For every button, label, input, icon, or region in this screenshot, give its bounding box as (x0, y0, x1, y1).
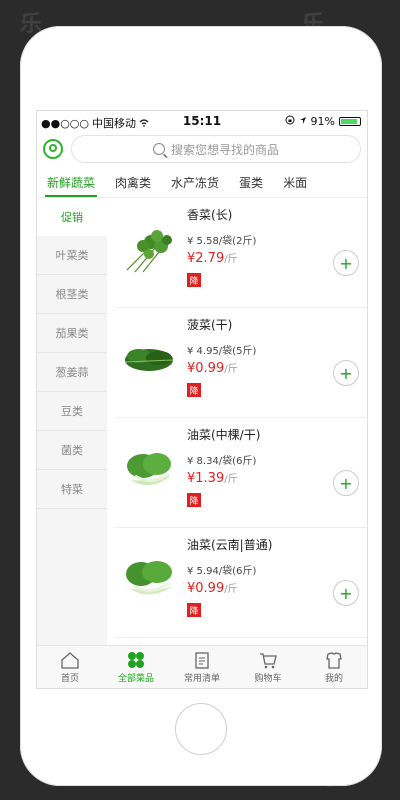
tab-eggs[interactable]: 蛋类 (229, 167, 273, 197)
product-unit-price: ¥2.79/斤 (187, 251, 238, 266)
tab-seafood-frozen[interactable]: 水产冻货 (161, 167, 229, 197)
add-to-cart-button[interactable]: + (333, 470, 359, 496)
product-card[interactable]: 香菜(长) ¥ 5.58/袋(2斤) ¥2.79/斤 降 + (115, 198, 367, 308)
product-unit-price: ¥0.99/斤 (187, 361, 238, 376)
sidenav-item-onion-ginger-garlic[interactable]: 葱姜蒜 (37, 353, 107, 392)
sidenav-item-promotion[interactable]: 促销 (37, 198, 107, 236)
tabbar-home[interactable]: 首页 (37, 646, 103, 688)
app-screen: ●●○○○ 中国移动 15:11 91% 搜索您想寻找的商品 新鲜蔬菜 肉禽类 … (36, 110, 368, 689)
product-pack-price: ¥ 8.34/袋(6斤) (187, 456, 257, 467)
battery-level (341, 119, 358, 124)
product-name: 菠菜(干) (187, 318, 233, 332)
battery-icon (339, 117, 361, 126)
tabbar-all-dishes[interactable]: 全部菜品 (103, 646, 169, 688)
product-unit-price: ¥0.99/斤 (187, 581, 238, 596)
product-name: 油菜(中棵/干) (187, 428, 261, 442)
tabbar-frequent-list[interactable]: 常用清单 (169, 646, 235, 688)
battery-percent: 91% (310, 115, 335, 128)
sidenav-item-special[interactable]: 特菜 (37, 470, 107, 509)
search-placeholder: 搜索您想寻找的商品 (170, 142, 279, 157)
tab-rice-noodles[interactable]: 米面 (273, 167, 317, 197)
cilantro-image (126, 230, 172, 273)
tabbar-profile[interactable]: 我的 (301, 646, 367, 688)
sidenav-item-leafy[interactable]: 叶菜类 (37, 236, 107, 275)
phone-frame: ●●○○○ 中国移动 15:11 91% 搜索您想寻找的商品 新鲜蔬菜 肉禽类 … (20, 26, 382, 786)
user-service-icon[interactable] (43, 139, 63, 159)
home-icon (61, 651, 79, 669)
add-to-cart-button[interactable]: + (333, 250, 359, 276)
price-drop-badge: 降 (187, 383, 201, 397)
product-card[interactable]: 菠菜(干) ¥ 4.95/袋(5斤) ¥0.99/斤 降 + (115, 308, 367, 418)
product-card[interactable]: 油菜(云南|普通) ¥ 5.94/袋(6斤) ¥0.99/斤 降 + (115, 528, 367, 638)
bottom-tab-bar: 首页 全部菜品 常用清单 购物车 我的 (37, 645, 367, 688)
profile-icon (326, 651, 342, 669)
grid-icon (128, 651, 144, 668)
add-to-cart-button[interactable]: + (333, 580, 359, 606)
side-nav: 促销 叶菜类 根茎类 茄果类 葱姜蒜 豆类 菌类 特菜 (37, 198, 107, 646)
product-name: 油菜(云南|普通) (187, 538, 273, 552)
product-pack-price: ¥ 5.58/袋(2斤) (187, 236, 257, 247)
product-pack-price: ¥ 5.94/袋(6斤) (187, 566, 257, 577)
product-list: 香菜(长) ¥ 5.58/袋(2斤) ¥2.79/斤 降 + 菠菜(干) ¥ 4… (107, 198, 367, 646)
cart-icon (260, 652, 277, 668)
sidenav-item-mushrooms[interactable]: 菌类 (37, 431, 107, 470)
search-input[interactable]: 搜索您想寻找的商品 (71, 135, 361, 163)
add-to-cart-button[interactable]: + (333, 360, 359, 386)
price-drop-badge: 降 (187, 603, 201, 617)
search-icon (152, 143, 165, 155)
main-content: 促销 叶菜类 根茎类 茄果类 葱姜蒜 豆类 菌类 特菜 香菜(长) ¥ 5.58… (37, 198, 367, 646)
product-unit-price: ¥1.39/斤 (187, 471, 238, 486)
product-name: 香菜(长) (187, 208, 233, 222)
bok-choy-image (127, 453, 171, 486)
tabbar-cart[interactable]: 购物车 (235, 646, 301, 688)
product-pack-price: ¥ 4.95/袋(5斤) (187, 346, 257, 357)
tab-meat-poultry[interactable]: 肉禽类 (105, 167, 161, 197)
location-icon (299, 115, 307, 128)
product-card[interactable]: 油菜(中棵/干) ¥ 8.34/袋(6斤) ¥1.39/斤 降 + (115, 418, 367, 528)
category-tabs: 新鲜蔬菜 肉禽类 水产冻货 蛋类 米面 (37, 167, 367, 198)
status-bar: ●●○○○ 中国移动 15:11 91% (37, 111, 367, 131)
orientation-lock-icon (285, 115, 295, 128)
clipboard-icon (195, 651, 209, 669)
spinach-image (124, 349, 174, 371)
tab-fresh-vegetables[interactable]: 新鲜蔬菜 (37, 167, 105, 197)
search-row: 搜索您想寻找的商品 (37, 131, 367, 167)
price-drop-badge: 降 (187, 273, 201, 287)
price-drop-badge: 降 (187, 493, 201, 507)
home-button[interactable] (175, 703, 227, 755)
sidenav-item-fruit-veg[interactable]: 茄果类 (37, 314, 107, 353)
bok-choy-image (126, 561, 173, 595)
sidenav-item-beans[interactable]: 豆类 (37, 392, 107, 431)
sidenav-item-root[interactable]: 根茎类 (37, 275, 107, 314)
